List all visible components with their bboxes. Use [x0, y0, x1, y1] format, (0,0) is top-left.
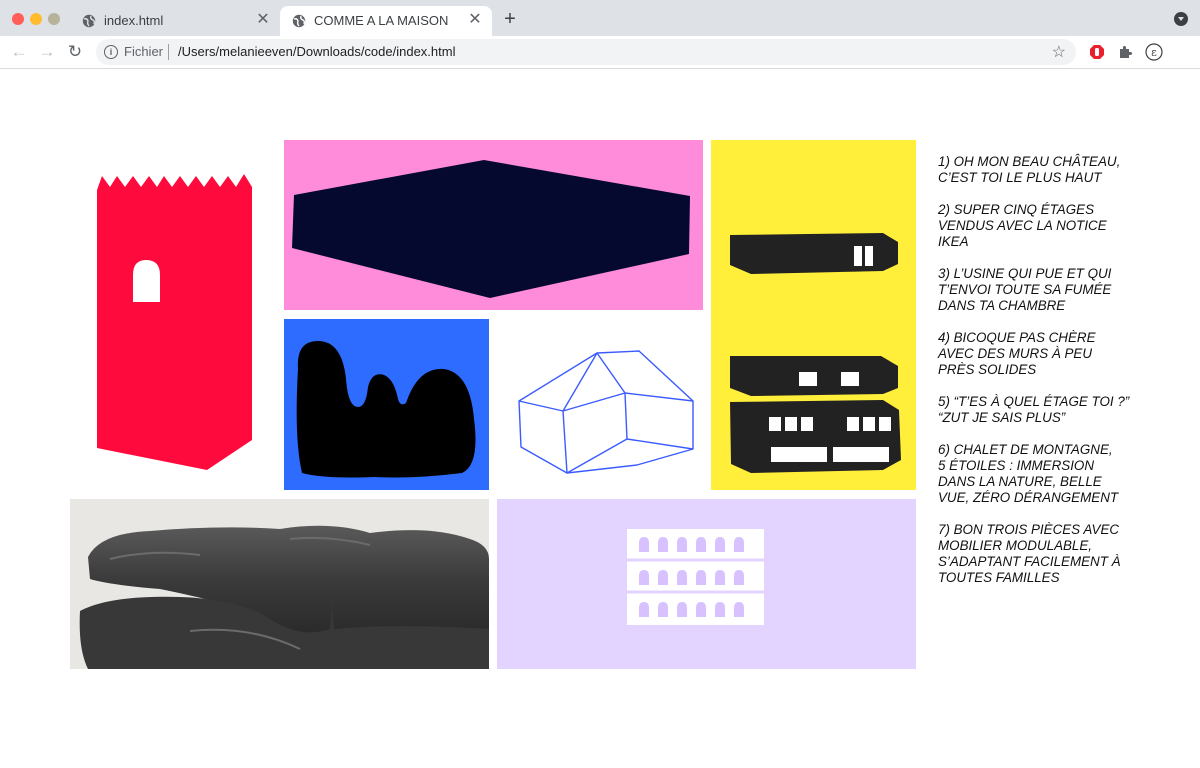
caption-line: 2) SUPER CINQ ÉTAGES: [938, 202, 1095, 217]
house-sketch-tile: [497, 319, 703, 490]
back-icon[interactable]: ←: [8, 41, 30, 63]
caption-line: 7) BON TROIS PIÈCES AVEC: [938, 522, 1120, 537]
minimize-window-button[interactable]: [30, 13, 42, 25]
caption-item[interactable]: 1) OH MON BEAU CHÂTEAU, C’EST TOI LE PLU…: [938, 154, 1138, 186]
lavender-building-tile: [497, 499, 916, 669]
pink-hexagon-tile: [284, 140, 703, 310]
captions-list: 1) OH MON BEAU CHÂTEAU, C’EST TOI LE PLU…: [938, 154, 1138, 602]
house-sketch-shape: [518, 350, 694, 474]
caption-line: “ZUT JE SAIS PLUS”: [938, 410, 1066, 425]
caption-item[interactable]: 7) BON TROIS PIÈCES AVEC MOBILIER MODULA…: [938, 522, 1138, 586]
puzzle-extensions-icon[interactable]: [1117, 44, 1133, 60]
caption-line: MOBILIER MODULABLE,: [938, 538, 1093, 553]
caption-line: T’ENVOI TOUTE SA FUMÉE: [938, 282, 1112, 297]
caption-line: 4) BICOQUE PAS CHÈRE: [938, 330, 1096, 345]
forward-icon[interactable]: →: [36, 41, 58, 63]
scheme-label: Fichier: [124, 44, 164, 59]
address-bar[interactable]: i Fichier /Users/melanieeven/Downloads/c…: [96, 39, 1076, 65]
tab-comme-a-la-maison[interactable]: COMME A LA MAISON ✕: [280, 6, 492, 36]
yellow-buildings-tile: [711, 140, 916, 490]
caption-line: AVEC DES MURS À PEU: [938, 346, 1093, 361]
caption-line: DANS TA CHAMBRE: [938, 298, 1066, 313]
globe-icon: [82, 14, 96, 28]
caption-line: DANS LA NATURE, BELLE: [938, 474, 1102, 489]
tab-title: index.html: [104, 13, 164, 28]
close-window-button[interactable]: [12, 13, 24, 25]
caption-item[interactable]: 2) SUPER CINQ ÉTAGES VENDUS AVEC LA NOTI…: [938, 202, 1138, 250]
tab-index[interactable]: index.html ✕: [70, 6, 280, 36]
caption-line: 5 ÉTOILES : IMMERSION: [938, 458, 1095, 473]
caption-line: IKEA: [938, 234, 969, 249]
caption-line: S’ADAPTANT FACILEMENT À: [938, 554, 1121, 569]
navy-hexagon-shape: [292, 160, 690, 298]
tab-search-icon[interactable]: [1174, 12, 1188, 26]
caption-line: TOUTES FAMILLES: [938, 570, 1060, 585]
bookmark-star-icon[interactable]: ☆: [1052, 42, 1066, 62]
close-tab-icon[interactable]: ✕: [466, 11, 484, 29]
new-tab-icon[interactable]: +: [500, 9, 520, 29]
caption-item[interactable]: 5) “T’ES À QUEL ÉTAGE TOI ?” “ZUT JE SAI…: [938, 394, 1138, 426]
close-tab-icon[interactable]: ✕: [254, 11, 272, 29]
caption-line: 1) OH MON BEAU CHÂTEAU,: [938, 154, 1121, 169]
tab-title: COMME A LA MAISON: [314, 13, 449, 28]
globe-icon: [292, 14, 306, 28]
caption-line: VUE, ZÉRO DÉRANGEMENT: [938, 490, 1119, 505]
dark-buildings-shape: [730, 233, 901, 473]
white-building-shape: [627, 529, 764, 625]
red-tower-tile: [70, 140, 278, 490]
reload-icon[interactable]: ↻: [64, 41, 86, 63]
info-icon[interactable]: i: [104, 45, 118, 59]
adblock-extension-icon[interactable]: [1089, 44, 1105, 60]
caption-line: 3) L’USINE QUI PUE ET QUI: [938, 266, 1112, 281]
blue-chalet-tile: [284, 319, 489, 490]
red-tower-shape: [97, 174, 252, 470]
caption-item[interactable]: 4) BICOQUE PAS CHÈRE AVEC DES MURS À PEU…: [938, 330, 1138, 378]
caption-line: 6) CHALET DE MONTAGNE,: [938, 442, 1113, 457]
profile-avatar-icon[interactable]: ε: [1145, 43, 1163, 61]
caption-line: PRÈS SOLIDES: [938, 362, 1037, 377]
rock-shape: [79, 525, 489, 669]
browser-toolbar: ← → ↻ i Fichier /Users/melanieeven/Downl…: [0, 36, 1200, 69]
caption-line: C’EST TOI LE PLUS HAUT: [938, 170, 1102, 185]
rock-photo-tile: [70, 499, 489, 669]
address-separator: [168, 44, 169, 60]
zoom-window-button[interactable]: [48, 13, 60, 25]
url-text[interactable]: /Users/melanieeven/Downloads/code/index.…: [178, 44, 455, 59]
tab-strip: index.html ✕ COMME A LA MAISON ✕ +: [0, 0, 1200, 36]
caption-line: 5) “T’ES À QUEL ÉTAGE TOI ?”: [938, 394, 1130, 409]
caption-line: VENDUS AVEC LA NOTICE: [938, 218, 1107, 233]
svg-text:ε: ε: [1151, 46, 1157, 59]
black-chalet-shape: [296, 341, 476, 478]
caption-item[interactable]: 6) CHALET DE MONTAGNE, 5 ÉTOILES : IMMER…: [938, 442, 1138, 506]
caption-item[interactable]: 3) L’USINE QUI PUE ET QUI T’ENVOI TOUTE …: [938, 266, 1138, 314]
